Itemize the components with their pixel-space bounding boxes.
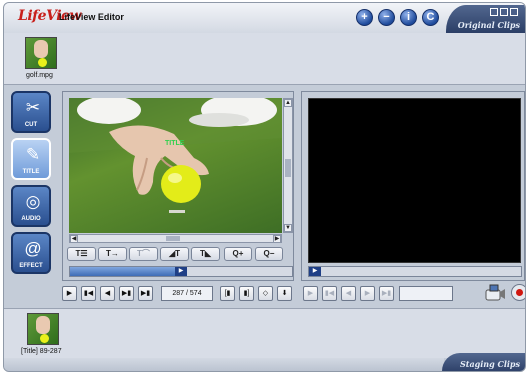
speaker-icon: ◎ xyxy=(25,192,41,211)
scissors-icon: ✂ xyxy=(25,98,41,117)
record-icon xyxy=(516,289,523,296)
go-to-end-button[interactable]: ▶▮ xyxy=(138,286,153,301)
text-align-button[interactable]: T☰ xyxy=(67,247,96,261)
sidebar-item-label: AUDIO xyxy=(21,216,41,222)
staging-clips-label: Staging Clips xyxy=(459,359,520,369)
scroll-left-icon[interactable]: ◀ xyxy=(70,235,78,243)
bottom-bar xyxy=(4,358,444,371)
mode-sidebar: ✂ CUT ✎ TITLE ◎ AUDIO @ EFFECT xyxy=(11,91,53,279)
preview-play-button[interactable]: ▶ xyxy=(303,286,318,301)
clip-thumbnail-golf[interactable] xyxy=(25,37,57,69)
sidebar-item-label: TITLE xyxy=(22,169,40,175)
hand-shape xyxy=(36,316,50,334)
golf-ball-shape xyxy=(40,334,49,343)
vertical-scrollbar[interactable]: ▲ ▼ xyxy=(283,98,293,233)
preview-end-button[interactable]: ▶▮ xyxy=(379,286,394,301)
text-outline-button[interactable]: T◣ xyxy=(191,247,220,261)
sidebar-item-audio[interactable]: ◎ AUDIO xyxy=(11,185,51,227)
sidebar-item-effect[interactable]: @ EFFECT xyxy=(11,232,51,274)
sidebar-item-label: CUT xyxy=(24,122,38,128)
text-scroll-button[interactable]: T→ xyxy=(98,247,127,261)
play-button[interactable]: ▶ xyxy=(62,286,77,301)
title-overlay-text[interactable]: TITLE xyxy=(165,140,184,147)
golf-ball-shape xyxy=(38,58,47,67)
text-shadow-button[interactable]: ◢T xyxy=(160,247,189,261)
record-button[interactable] xyxy=(511,284,525,301)
pen-icon: ✎ xyxy=(25,145,41,164)
preview-forward-button[interactable]: ▶ xyxy=(360,286,375,301)
scroll-right-icon[interactable]: ▶ xyxy=(273,235,281,243)
go-to-start-button[interactable]: ▮◀ xyxy=(81,286,96,301)
add-clip-button[interactable]: + xyxy=(356,9,373,26)
sidebar-item-title[interactable]: ✎ TITLE xyxy=(11,138,51,180)
text-arc-button[interactable]: T⌒ xyxy=(129,247,158,261)
preview-back-button[interactable]: ◀ xyxy=(341,286,356,301)
window-controls xyxy=(490,8,520,17)
edit-video-frame[interactable]: TITLE xyxy=(69,98,282,233)
title-bar: LifeView LifeView Editor + − i C Origina… xyxy=(4,3,525,33)
copyright-button[interactable]: C xyxy=(422,9,439,26)
staging-clips-tab[interactable]: Staging Clips xyxy=(442,353,525,371)
minimize-icon[interactable] xyxy=(490,8,498,16)
edit-seek-fill xyxy=(70,267,181,276)
preview-panel: ▶ xyxy=(301,91,525,281)
horizontal-scrollbar[interactable]: ◀ ▶ xyxy=(69,234,282,243)
camera-icon[interactable] xyxy=(484,284,506,302)
title-toolbar: T☰ T→ T⌒ ◢T T◣ Q+ Q− xyxy=(67,247,292,261)
transport-controls: ▶ ▮◀ ◀ ▶▮ ▶▮ 287 / 574 [▮ ▮] ◇ ⬇ ▶ ▮◀ ◀ … xyxy=(4,284,525,308)
scroll-up-icon[interactable]: ▲ xyxy=(284,99,292,107)
preview-start-button[interactable]: ▮◀ xyxy=(322,286,337,301)
zoom-out-button[interactable]: Q− xyxy=(255,247,283,261)
step-back-button[interactable]: ◀ xyxy=(100,286,115,301)
scroll-thumb[interactable] xyxy=(285,159,291,177)
preview-screen xyxy=(308,98,521,263)
apply-button[interactable]: ⬇ xyxy=(277,286,292,301)
app-window: LifeView LifeView Editor + − i C Origina… xyxy=(3,2,526,372)
original-clips-bin: golf.mpg xyxy=(4,33,525,85)
info-button[interactable]: i xyxy=(400,9,417,26)
hand-shape xyxy=(34,40,48,58)
preview-time-box xyxy=(399,286,453,301)
preview-seek-bar[interactable]: ▶ xyxy=(308,266,522,277)
scroll-thumb[interactable] xyxy=(166,236,180,241)
zoom-in-button[interactable]: Q+ xyxy=(224,247,252,261)
mark-in-button[interactable]: [▮ xyxy=(220,286,235,301)
close-icon[interactable] xyxy=(510,8,518,16)
remove-clip-button[interactable]: − xyxy=(378,9,395,26)
sidebar-item-cut[interactable]: ✂ CUT xyxy=(11,91,51,133)
clip-label: golf.mpg xyxy=(26,72,53,79)
step-forward-button[interactable]: ▶▮ xyxy=(119,286,134,301)
frame-counter: 287 / 574 xyxy=(161,286,213,301)
original-clips-label: Original Clips xyxy=(457,20,520,30)
title-editor-panel: TITLE ▲ ▼ ◀ ▶ T☰ T→ T⌒ ◢T T◣ Q+ Q− ▶ xyxy=(62,91,294,281)
maximize-icon[interactable] xyxy=(500,8,508,16)
staging-clips-bin: [Title] 89-287 xyxy=(4,308,525,358)
app-title: LifeView Editor xyxy=(59,12,124,22)
eraser-button[interactable]: ◇ xyxy=(258,286,273,301)
preview-seek-thumb[interactable]: ▶ xyxy=(309,267,321,276)
edit-seek-bar[interactable]: ▶ xyxy=(69,266,293,277)
sidebar-item-label: EFFECT xyxy=(19,263,43,269)
edit-seek-thumb[interactable]: ▶ xyxy=(175,267,187,276)
mark-out-button[interactable]: ▮] xyxy=(239,286,254,301)
staging-clip-thumbnail[interactable] xyxy=(27,313,59,345)
scroll-down-icon[interactable]: ▼ xyxy=(284,224,292,232)
video-still xyxy=(69,98,282,213)
swirl-icon: @ xyxy=(24,239,42,258)
staging-clip-label: [Title] 89-287 xyxy=(21,348,62,355)
